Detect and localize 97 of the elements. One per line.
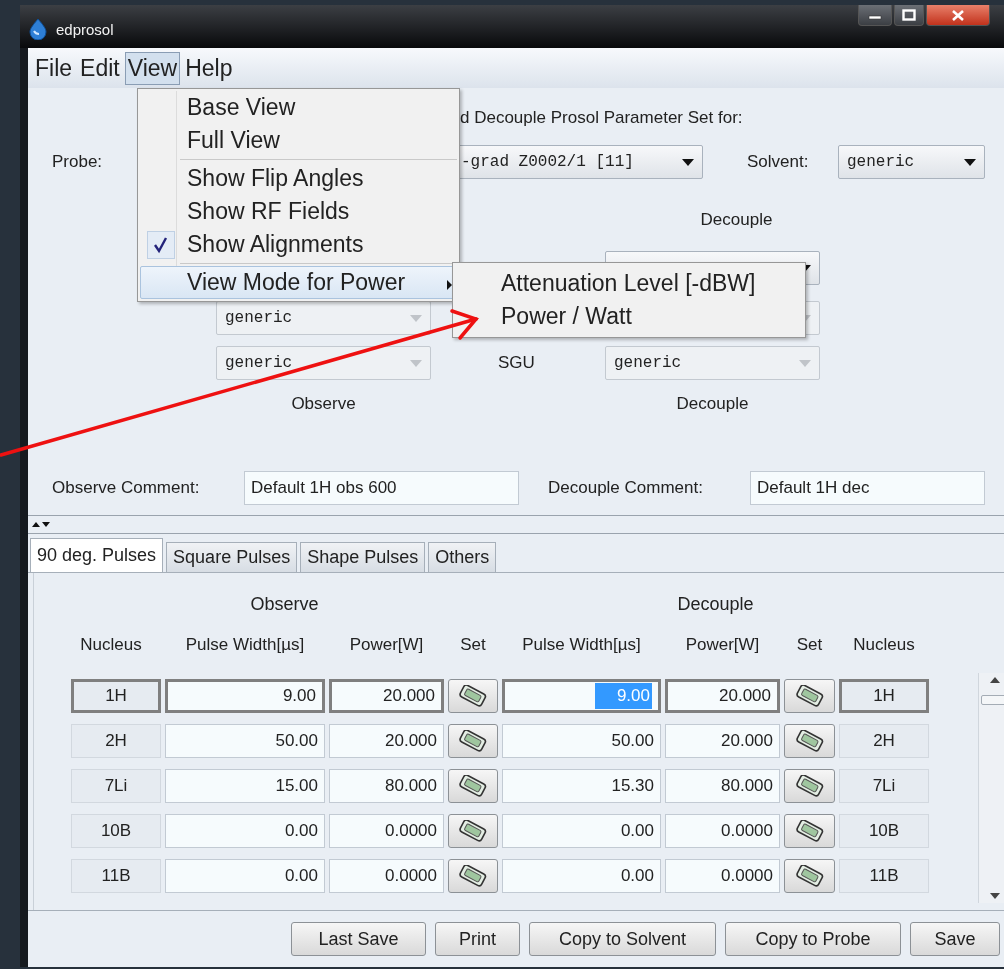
column-header: Power[W] <box>684 635 761 656</box>
set-button[interactable] <box>448 769 498 803</box>
app-icon <box>28 18 48 40</box>
heading: d Decouple Prosol Parameter Set for: <box>460 107 744 129</box>
text-field[interactable]: 0.0000 <box>329 814 444 848</box>
menu-item[interactable]: Show RF Fields <box>140 195 457 228</box>
menu-item[interactable]: Show Alignments <box>140 228 457 261</box>
action-button[interactable]: Copy to Solvent <box>529 922 716 956</box>
nucleus-cell: 1H <box>71 679 161 713</box>
menu-item[interactable]: Attenuation Level [-dBW] <box>455 267 803 300</box>
set-button[interactable] <box>448 724 498 758</box>
nucleus-cell: 11B <box>71 859 161 893</box>
caret-icon <box>799 359 811 367</box>
action-button[interactable]: Save <box>910 922 1000 956</box>
caret-icon <box>410 314 422 322</box>
menu-item[interactable]: File <box>32 51 76 85</box>
menu-item[interactable]: Edit <box>77 51 123 85</box>
maximize-icon <box>902 9 916 21</box>
set-button[interactable] <box>448 859 498 893</box>
action-button[interactable]: Copy to Probe <box>725 922 901 956</box>
tab[interactable]: Others <box>428 542 497 572</box>
text-field[interactable]: 20.000 <box>665 679 780 713</box>
nucleus-cell: 10B <box>71 814 161 848</box>
column-caption: Decouple <box>675 394 750 414</box>
text-field[interactable]: 15.00 <box>165 769 325 803</box>
dropdown[interactable]: generic <box>838 145 985 179</box>
text-field[interactable]: 0.0000 <box>665 859 780 893</box>
window-title: edprosol <box>56 20 114 38</box>
column-header: Set <box>795 635 824 656</box>
text-field[interactable]: 20.000 <box>329 679 444 713</box>
nucleus-cell: 1H <box>839 679 929 713</box>
action-button[interactable]: Print <box>435 922 520 956</box>
set-button[interactable] <box>784 859 835 893</box>
action-button[interactable]: Last Save <box>291 922 426 956</box>
caret-icon <box>964 158 976 166</box>
column-header: Nucleus <box>79 635 143 656</box>
column-header: Nucleus <box>852 635 916 656</box>
text-field[interactable]: 0.00 <box>165 814 325 848</box>
comment-label: Observe Comment: <box>52 478 201 498</box>
text-field[interactable]: 9.00 <box>165 679 325 713</box>
scroll-down-icon <box>989 893 1000 899</box>
set-button[interactable] <box>784 679 835 713</box>
set-button[interactable] <box>784 814 835 848</box>
close-icon <box>951 8 965 22</box>
menu-item[interactable]: Base View <box>140 91 457 124</box>
solvent-label: Solvent: <box>747 152 810 172</box>
sgu-label: SGU <box>498 353 535 372</box>
nucleus-cell: 10B <box>839 814 929 848</box>
set-button[interactable] <box>784 769 835 803</box>
menu-item[interactable]: Power / Watt <box>455 300 803 333</box>
caret-icon <box>682 158 694 166</box>
tab[interactable]: Square Pulses <box>166 542 298 572</box>
splitter-arrows-icon <box>32 521 50 528</box>
menu-item[interactable]: Help <box>182 51 236 85</box>
text-field[interactable]: 80.000 <box>329 769 444 803</box>
nucleus-cell: 7Li <box>839 769 929 803</box>
caret-icon <box>410 359 422 367</box>
column-header: Pulse Width[µs] <box>184 635 306 656</box>
text-field[interactable]: 0.00 <box>502 859 661 893</box>
set-button[interactable] <box>784 724 835 758</box>
text-field[interactable]: 0.0000 <box>665 814 780 848</box>
text-field[interactable]: 0.00 <box>502 814 661 848</box>
maximize-button[interactable] <box>894 5 924 26</box>
scrollbar[interactable] <box>978 673 1004 903</box>
scroll-thumb[interactable] <box>980 695 1004 705</box>
text-field[interactable]: 20.000 <box>329 724 444 758</box>
text-field[interactable]: 15.30 <box>502 769 661 803</box>
text-field[interactable]: 50.00 <box>502 724 661 758</box>
column-heading: Decouple <box>699 209 774 231</box>
text-field[interactable]: 80.000 <box>665 769 780 803</box>
set-button[interactable] <box>448 679 498 713</box>
close-button[interactable] <box>926 5 990 26</box>
text-field[interactable]: 20.000 <box>665 724 780 758</box>
column-header: Set <box>459 635 487 656</box>
probe-label: Probe: <box>52 152 104 172</box>
group-header: Decouple <box>676 594 755 616</box>
tab[interactable]: Shape Pulses <box>300 542 426 572</box>
nucleus-cell: 7Li <box>71 769 161 803</box>
column-header: Power[W] <box>348 635 425 656</box>
tab[interactable]: 90 deg. Pulses <box>30 538 164 572</box>
comment-label: Decouple Comment: <box>548 478 704 498</box>
nucleus-cell: 2H <box>71 724 161 758</box>
column-header: Pulse Width[µs] <box>521 635 642 656</box>
minimize-button[interactable] <box>858 5 892 26</box>
scroll-up-icon <box>989 677 1000 683</box>
submenu-arrow-icon <box>447 280 452 290</box>
text-field[interactable]: 0.0000 <box>329 859 444 893</box>
menu-item[interactable]: View <box>124 51 181 85</box>
text-field[interactable]: 50.00 <box>165 724 325 758</box>
nucleus-cell: 11B <box>839 859 929 893</box>
text-field[interactable]: Default 1H obs 600 <box>244 471 519 505</box>
text-field[interactable]: Default 1H dec <box>750 471 985 505</box>
column-caption: Observe <box>290 394 357 414</box>
group-header: Observe <box>249 594 320 616</box>
nucleus-cell: 2H <box>839 724 929 758</box>
text-field[interactable]: 0.00 <box>165 859 325 893</box>
set-button[interactable] <box>448 814 498 848</box>
